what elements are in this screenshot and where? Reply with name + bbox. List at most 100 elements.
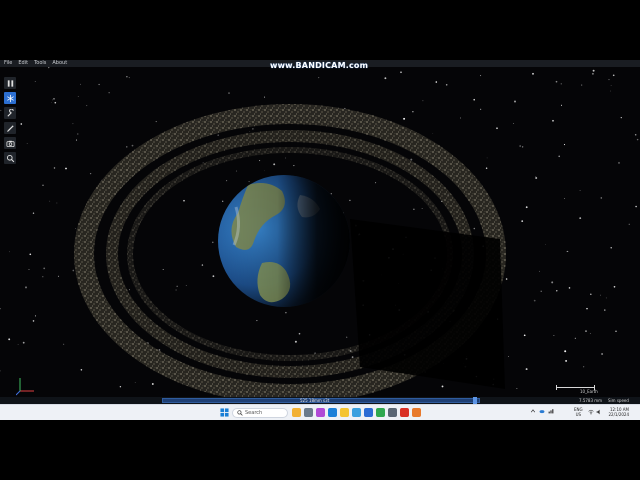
menu-file[interactable]: File <box>4 60 12 67</box>
star <box>155 121 157 123</box>
menu-about[interactable]: About <box>52 60 67 67</box>
star <box>564 197 566 199</box>
letterbox-top <box>0 0 640 60</box>
pause-button[interactable] <box>4 77 16 89</box>
star <box>77 96 79 97</box>
star <box>568 287 571 289</box>
letterbox-bottom <box>0 420 640 480</box>
wrench-icon <box>6 108 14 117</box>
star <box>608 79 610 81</box>
star <box>560 83 562 85</box>
star <box>22 341 25 344</box>
star <box>80 369 83 371</box>
screenshot-button[interactable] <box>4 137 16 149</box>
star <box>80 83 81 85</box>
star <box>42 276 44 278</box>
star <box>480 108 482 110</box>
star <box>600 197 603 199</box>
star <box>89 172 92 175</box>
space-viewport[interactable]: 10_Earth <box>0 67 640 397</box>
star <box>183 199 185 202</box>
earth-shadow <box>350 219 505 389</box>
star <box>460 117 461 119</box>
onedrive-icon[interactable] <box>539 408 545 414</box>
system-clock[interactable]: 12:10 AM 22/1/2024 <box>605 407 629 417</box>
chevron-up-icon[interactable] <box>530 408 536 414</box>
taskbar-search[interactable]: Search <box>232 408 288 418</box>
star <box>34 81 36 82</box>
wifi-icon[interactable] <box>588 409 594 415</box>
star <box>252 128 254 130</box>
language-indicator[interactable]: ENG US <box>574 407 583 417</box>
star <box>235 170 238 172</box>
star <box>565 359 568 362</box>
widgets-icon[interactable] <box>292 408 301 417</box>
menu-tools[interactable]: Tools <box>34 60 46 67</box>
tools-button[interactable] <box>4 107 16 119</box>
star <box>52 99 53 101</box>
star <box>435 81 438 83</box>
star <box>555 80 558 83</box>
star <box>579 189 581 192</box>
system-tray <box>530 408 554 414</box>
teams-icon[interactable] <box>316 408 325 417</box>
star <box>43 267 46 270</box>
task-view-icon[interactable] <box>304 408 313 417</box>
file-explorer-icon[interactable] <box>340 408 349 417</box>
freeze-button[interactable] <box>4 92 16 104</box>
network-icon[interactable] <box>548 408 554 414</box>
star <box>539 270 540 272</box>
earth-planet[interactable] <box>218 175 350 307</box>
star <box>545 244 546 245</box>
snowflake-icon <box>6 94 14 102</box>
store-icon[interactable] <box>364 408 373 417</box>
distance-readout: 7.5783 mm <box>579 398 603 403</box>
scale-bar: 10_Earth <box>556 385 598 395</box>
recording-icon[interactable] <box>400 408 409 417</box>
draw-button[interactable] <box>4 122 16 134</box>
star <box>615 330 617 333</box>
simulation-app-window: File Edit Tools About 10_Earth 525 18mm … <box>0 60 640 404</box>
sim-time: 525 18mm s3t <box>300 398 330 403</box>
star <box>551 281 554 284</box>
app-icon[interactable] <box>388 408 397 417</box>
volume-icon[interactable] <box>596 409 602 415</box>
windows-start-icon[interactable] <box>220 408 229 417</box>
star <box>314 352 316 354</box>
star <box>566 251 568 252</box>
app-icon[interactable] <box>328 408 337 417</box>
app-icon[interactable] <box>412 408 421 417</box>
search-icon <box>6 154 14 162</box>
sim-speed-label[interactable]: Sim speed <box>608 397 629 404</box>
star <box>273 163 276 166</box>
star <box>508 356 509 357</box>
star <box>98 83 100 86</box>
menu-edit[interactable]: Edit <box>18 60 28 67</box>
star <box>441 385 444 388</box>
star <box>56 202 58 204</box>
chrome-icon[interactable] <box>376 408 385 417</box>
star <box>212 275 215 278</box>
star <box>592 69 595 72</box>
star <box>610 247 612 249</box>
windows-taskbar: Search ENG US 12:10 AM 22/1/2024 <box>0 404 640 420</box>
star <box>285 311 287 314</box>
star <box>422 100 424 102</box>
star <box>558 155 560 158</box>
star <box>346 336 348 338</box>
star <box>535 176 537 178</box>
time-slider-thumb[interactable] <box>473 397 477 404</box>
star <box>131 144 134 147</box>
star <box>636 138 639 141</box>
edge-icon[interactable] <box>352 408 361 417</box>
star <box>77 133 79 135</box>
star <box>32 212 35 214</box>
star <box>384 77 387 80</box>
star <box>535 177 538 179</box>
zoom-button[interactable] <box>4 152 16 164</box>
star <box>635 205 637 208</box>
star <box>28 268 30 270</box>
star <box>108 92 110 94</box>
star <box>581 84 583 86</box>
star <box>432 133 434 134</box>
